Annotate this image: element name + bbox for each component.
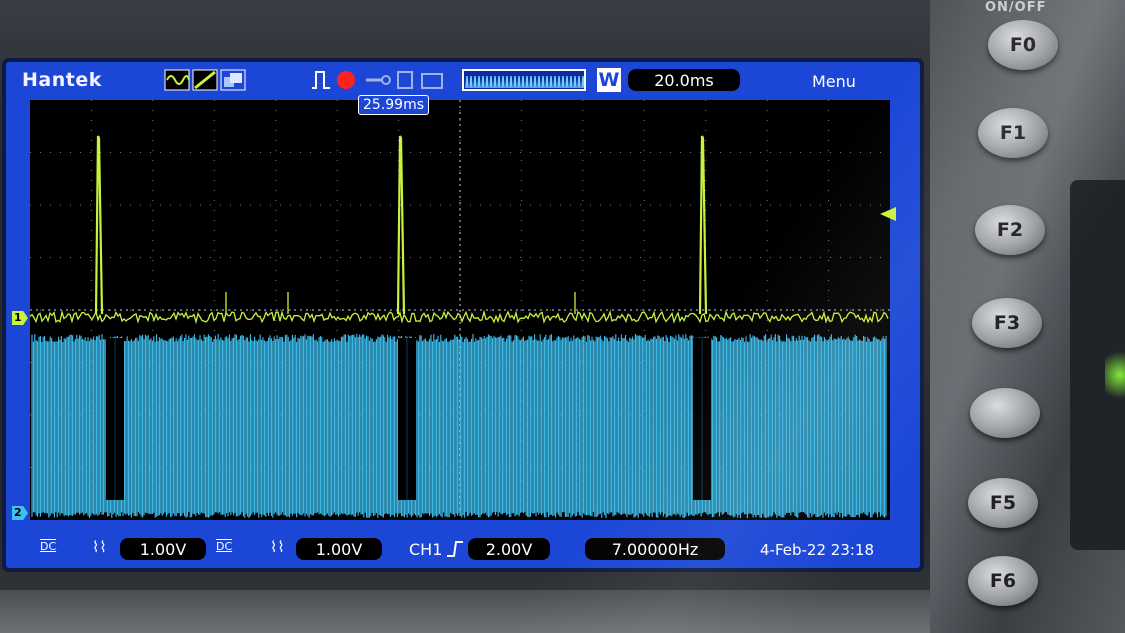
ch2-trace xyxy=(31,334,887,518)
status-icons xyxy=(312,71,443,89)
usb-icon xyxy=(397,71,413,89)
f3-button[interactable]: F3 xyxy=(972,298,1042,348)
ch1-spike xyxy=(698,135,708,315)
ch2-coupling: DC xyxy=(216,540,233,553)
mode-icons xyxy=(164,69,246,91)
ch1-scale: 1.00V xyxy=(120,538,206,560)
f5-button[interactable]: F5 xyxy=(968,478,1038,528)
trigger-source: CH1 xyxy=(409,540,443,559)
menu-button[interactable]: Menu xyxy=(812,72,856,91)
oscilloscope-photo: ON/OFF F0 F1 F2 F3 F4 F5 F6 Hantek W 20.… xyxy=(0,0,1125,633)
rising-edge-icon xyxy=(447,541,463,557)
pulse-icon xyxy=(312,71,330,89)
ch2-scale: 1.00V xyxy=(296,538,382,560)
ch1-spike xyxy=(396,135,406,315)
device-bottom-edge xyxy=(0,590,960,633)
ch1-coupling: DC xyxy=(40,540,57,553)
key-icon xyxy=(366,75,391,85)
ch1-spike xyxy=(94,135,104,315)
f0-button[interactable]: F0 xyxy=(988,20,1058,70)
frequency-readout: 7.00000Hz xyxy=(585,538,725,560)
trigger-time-readout: 25.99ms xyxy=(358,95,430,115)
trigger-level: 2.00V xyxy=(468,538,550,560)
f2-button[interactable]: F2 xyxy=(975,205,1045,255)
brand-logo: Hantek xyxy=(22,69,102,91)
printer-icon xyxy=(421,73,443,89)
ch2-bw-icon: ⌇⌇ xyxy=(270,538,285,556)
record-icon xyxy=(337,71,355,89)
timebase-readout: 20.0ms xyxy=(628,69,740,91)
power-led xyxy=(1105,345,1125,405)
date-time: 4-Feb-22 23:18 xyxy=(760,541,875,559)
f6-button[interactable]: F6 xyxy=(968,556,1038,606)
f4-button[interactable]: F4 xyxy=(970,388,1040,438)
waveform-icon xyxy=(164,69,190,91)
memory-depth-indicator xyxy=(462,69,586,91)
f1-button[interactable]: F1 xyxy=(978,108,1048,158)
ch1-bw-icon: ⌇⌇ xyxy=(92,538,107,556)
ch1-trace xyxy=(30,309,889,325)
power-label: ON/OFF xyxy=(985,0,1047,15)
waveform-display xyxy=(30,100,890,520)
waveform-svg xyxy=(30,100,890,520)
window-zoom-button[interactable]: W xyxy=(597,68,621,92)
